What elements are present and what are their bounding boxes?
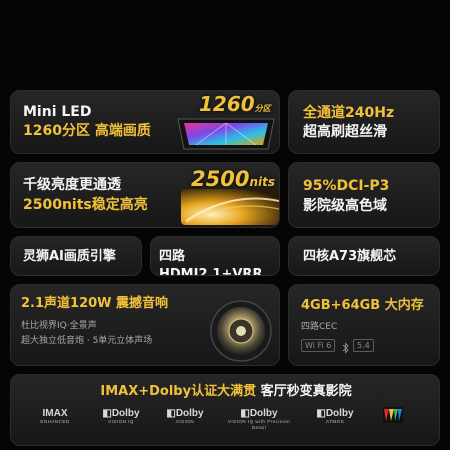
filmmaker-mode-logo <box>382 406 404 428</box>
bluetooth-icon <box>341 339 350 354</box>
storage-card: 4GB+64GB 大内存 四路CEC Wi Fi 6 5.4 <box>288 284 440 366</box>
refresh-line2: 超高刷超丝滑 <box>303 124 387 140</box>
hdmi-label: 四路HDMI2.1+VRR <box>159 249 263 276</box>
mini-led-badge: 1260分区 <box>199 92 271 116</box>
storage-title: 4GB+64GB 大内存 <box>301 298 424 313</box>
color-card: 95%DCI-P3 影院级高色域 <box>288 162 440 228</box>
mini-led-line2: 1260分区 高端画质 <box>23 123 151 139</box>
dolby-icon: ◧ <box>166 408 176 419</box>
audio-title: 2.1声道120W 震撼音响 <box>21 296 169 311</box>
mini-led-line1: Mini LED <box>23 104 92 120</box>
refresh-line1: 全通道240Hz <box>303 105 395 121</box>
hdmi-card: 四路HDMI2.1+VRR <box>150 236 280 276</box>
audio-sub1: 杜比视界IQ·全景声 <box>21 321 97 331</box>
mini-led-card: Mini LED 1260分区 高端画质 1260分区 <box>10 90 280 154</box>
dolby-icon: ◧ <box>240 408 250 419</box>
audio-sub2: 超大独立低音炮 · 5单元立体声场 <box>21 336 153 346</box>
wifi-badge: Wi Fi 6 <box>301 339 336 352</box>
logo-dolby-vision-iq: ◧Dolby VISION IQ <box>102 408 140 424</box>
certify-headline: IMAX+Dolby认证大满贯 客厅秒变真影院 <box>100 384 352 399</box>
speaker-graphic <box>206 295 276 365</box>
storage-sub: 四路CEC <box>301 322 338 332</box>
bluetooth-version-badge: 5.4 <box>353 339 374 352</box>
brightness-line1: 千级亮度更通透 <box>23 177 121 193</box>
logo-dolby-atmos: ◧Dolby ATMOS <box>316 408 354 424</box>
color-line1: 95%DCI-P3 <box>303 178 390 194</box>
logo-dolby-vision-iq-precision: ◧Dolby VISION IQ with Precision Detail <box>227 408 291 430</box>
logo-imax: IMAX ENHANCED <box>40 408 70 424</box>
color-line2: 影院级高色域 <box>303 198 387 214</box>
ai-engine-label: 灵狮AI画质引擎 <box>23 249 116 264</box>
cpu-card: 四核A73旗舰芯 <box>288 236 440 276</box>
brightness-line2: 2500nits稳定高亮 <box>23 197 148 213</box>
cpu-label: 四核A73旗舰芯 <box>303 249 397 264</box>
brightness-card: 千级亮度更通透 2500nits稳定高亮 2500nits <box>10 162 280 228</box>
logo-dolby-vision: ◧Dolby VISION <box>166 408 204 424</box>
brightness-badge: 2500nits <box>191 167 275 191</box>
ai-engine-card: 灵狮AI画质引擎 <box>10 236 142 276</box>
refresh-card: 全通道240Hz 超高刷超丝滑 <box>288 90 440 154</box>
dolby-icon: ◧ <box>102 408 112 419</box>
dolby-icon: ◧ <box>316 408 326 419</box>
audio-card: 2.1声道120W 震撼音响 杜比视界IQ·全景声 超大独立低音炮 · 5单元立… <box>10 284 280 366</box>
